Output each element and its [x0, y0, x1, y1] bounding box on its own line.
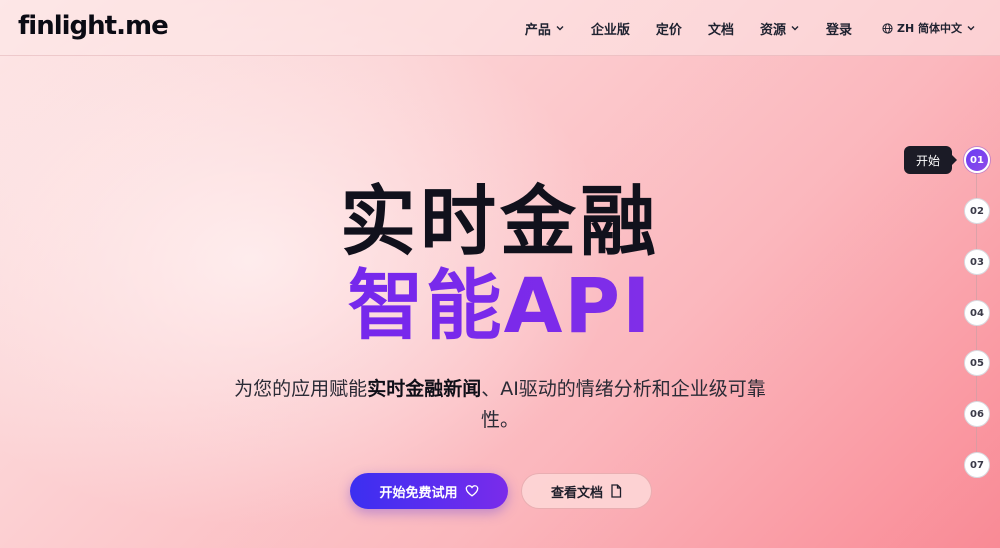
- hero-subtitle: 为您的应用赋能实时金融新闻、AI驱动的情绪分析和企业级可靠性。: [220, 374, 780, 436]
- step-03[interactable]: 03: [964, 249, 990, 275]
- hero-title-line2: 智能API: [0, 244, 1000, 354]
- start-free-trial-button[interactable]: 开始免费试用: [350, 473, 508, 509]
- chevron-down-icon: [791, 26, 799, 31]
- main-nav: 产品 企业版 定价 文档 资源 登录 ZH 简体中文: [499, 0, 976, 56]
- step-tooltip: 开始: [904, 146, 957, 174]
- nav-item-enterprise[interactable]: 企业版: [591, 19, 630, 38]
- language-label: ZH 简体中文: [896, 22, 962, 35]
- language-selector[interactable]: ZH 简体中文: [878, 20, 976, 36]
- nav-item-label: 定价: [655, 22, 682, 38]
- view-docs-label: 查看文档: [550, 485, 603, 501]
- nav-item-docs[interactable]: 文档: [708, 19, 734, 38]
- step-01[interactable]: 01: [964, 147, 990, 173]
- hero-subtitle-suffix: 、AI驱动的情绪分析和企业级可靠性。: [480, 378, 766, 431]
- heart-icon: [465, 485, 478, 497]
- nav-item-label: 资源: [759, 22, 786, 38]
- view-docs-button[interactable]: 查看文档: [521, 473, 652, 509]
- nav-item-label: 产品: [524, 22, 551, 38]
- logo[interactable]: finlight.me: [18, 11, 169, 41]
- globe-icon: [878, 22, 893, 34]
- document-icon: [611, 484, 622, 498]
- start-free-trial-label: 开始免费试用: [379, 485, 458, 501]
- step-05[interactable]: 05: [964, 350, 990, 376]
- step-07[interactable]: 07: [964, 452, 990, 478]
- nav-item-products[interactable]: 产品: [525, 19, 565, 38]
- hero-subtitle-highlight: 实时金融新闻: [367, 378, 482, 400]
- step-02[interactable]: 02: [964, 198, 990, 224]
- nav-item-pricing[interactable]: 定价: [656, 19, 682, 38]
- hero-subtitle-prefix: 为您的应用赋能: [234, 378, 368, 400]
- chevron-down-icon: [556, 26, 564, 31]
- nav-item-label: 文档: [707, 22, 734, 38]
- chevron-down-icon: [967, 26, 975, 31]
- nav-item-label: 企业版: [590, 22, 630, 38]
- step-06[interactable]: 06: [964, 401, 990, 427]
- nav-item-resources[interactable]: 资源: [760, 19, 800, 38]
- nav-item-label: 登录: [825, 22, 852, 38]
- nav-item-login[interactable]: 登录: [826, 19, 852, 38]
- step-04[interactable]: 04: [964, 300, 990, 326]
- site-header: finlight.me 产品 企业版 定价 文档 资源 登录 ZH 简体中文: [0, 0, 1000, 56]
